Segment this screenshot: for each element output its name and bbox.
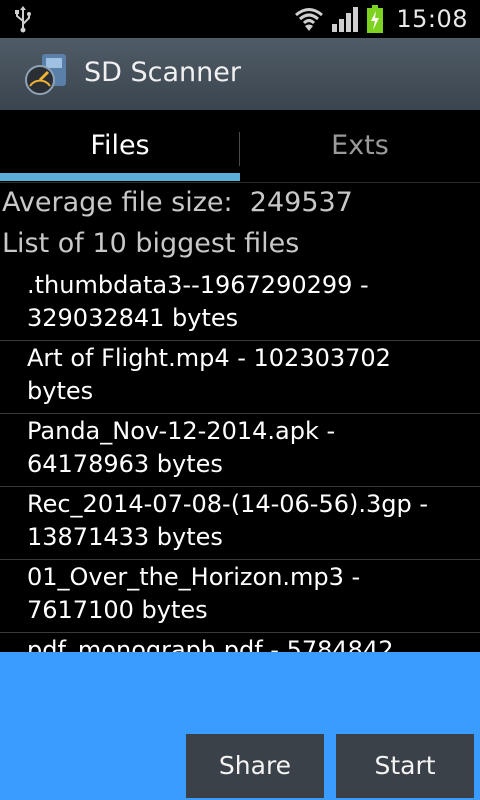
list-item[interactable]: .thumbdata3--1967290299 - 329032841 byte… (0, 268, 480, 341)
biggest-files-list: .thumbdata3--1967290299 - 329032841 byte… (0, 268, 480, 652)
sd-card-icon (25, 54, 66, 95)
list-item[interactable]: 01_Over_the_Horizon.mp3 - 7617100 bytes (0, 560, 480, 633)
tab-selected-indicator (0, 173, 240, 181)
bottom-panel: Share Start (0, 652, 480, 800)
tab-files[interactable]: Files (0, 110, 240, 182)
average-file-size-value: 249537 (249, 187, 353, 218)
usb-icon (15, 6, 31, 33)
list-item[interactable]: Rec_2014-07-08-(14-06-56).3gp - 13871433… (0, 487, 480, 560)
app-title: SD Scanner (84, 57, 241, 88)
share-button[interactable]: Share (186, 734, 324, 798)
files-content[interactable]: Average file size: 249537 List of 10 big… (0, 182, 480, 652)
signal-icon (332, 7, 359, 32)
wifi-icon (295, 8, 324, 31)
tab-exts[interactable]: Exts (240, 110, 480, 182)
average-file-size: Average file size: 249537 (2, 187, 353, 218)
list-item[interactable]: Panda_Nov-12-2014.apk - 64178963 bytes (0, 414, 480, 487)
status-bar: 15:08 (0, 0, 480, 38)
status-time: 15:08 (396, 5, 468, 33)
list-item[interactable]: Art of Flight.mp4 - 102303702 bytes (0, 341, 480, 414)
action-bar: SD Scanner (0, 38, 480, 110)
biggest-files-title: List of 10 biggest files (2, 228, 300, 259)
list-item[interactable]: pdf_monograph.pdf - 5784842 (0, 633, 480, 652)
average-file-size-label: Average file size: (2, 187, 233, 218)
start-button[interactable]: Start (336, 734, 474, 798)
battery-charging-icon (367, 5, 384, 33)
